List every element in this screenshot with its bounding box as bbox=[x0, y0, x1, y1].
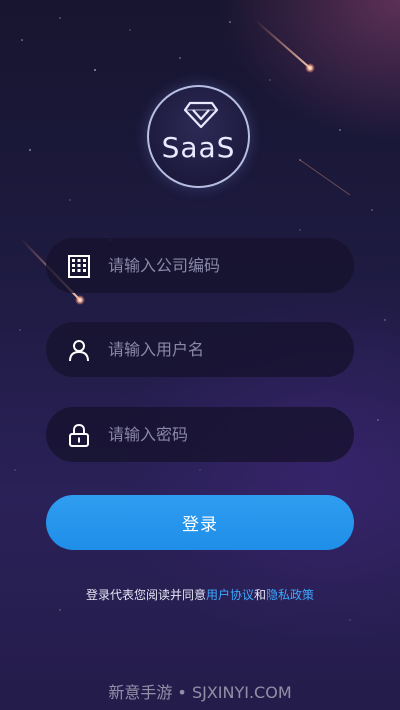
agreement-prefix: 登录代表您阅读并同意 bbox=[85, 588, 206, 602]
company-code-field[interactable] bbox=[46, 238, 354, 293]
username-field[interactable] bbox=[46, 322, 354, 377]
lock-icon bbox=[66, 422, 92, 448]
building-icon bbox=[66, 253, 92, 279]
user-agreement-link[interactable]: 用户协议 bbox=[206, 588, 254, 602]
diamond-icon bbox=[184, 101, 218, 129]
login-button[interactable]: 登录 bbox=[46, 495, 354, 550]
agreement-and: 和 bbox=[254, 588, 267, 602]
user-icon bbox=[66, 337, 92, 363]
company-code-input[interactable] bbox=[106, 255, 310, 276]
watermark: 新意手游 • SJXINYI.COM bbox=[108, 683, 292, 702]
saas-logo: SaaS bbox=[147, 85, 250, 188]
agreement-text: 登录代表您阅读并同意用户协议和隐私政策 bbox=[0, 586, 400, 603]
username-input[interactable] bbox=[106, 339, 310, 360]
password-field[interactable] bbox=[46, 407, 354, 462]
privacy-policy-link[interactable]: 隐私政策 bbox=[266, 588, 314, 602]
logo-text: SaaS bbox=[161, 131, 236, 164]
password-input[interactable] bbox=[106, 424, 310, 445]
